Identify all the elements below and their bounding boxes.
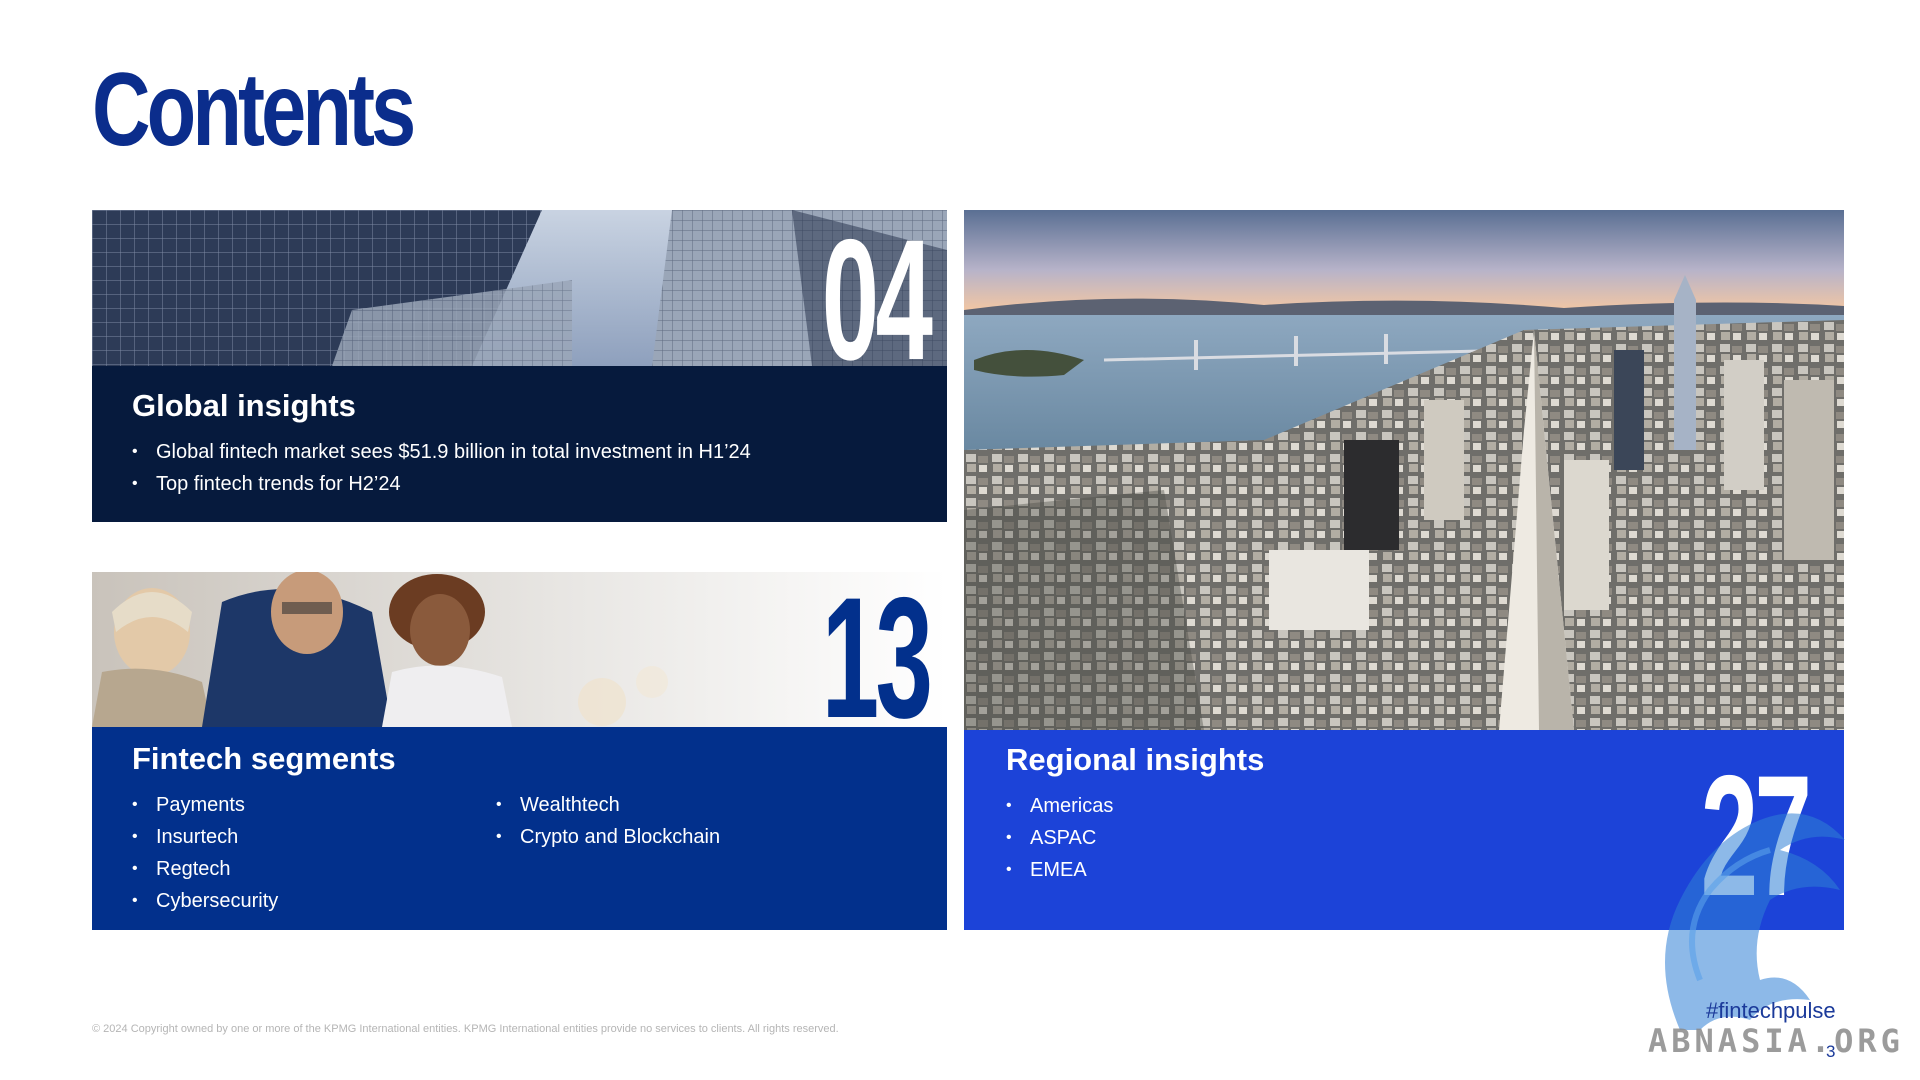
regional-insights-heading: Regional insights [1006,742,1265,777]
segments-list-col1: Payments Insurtech Regtech Cybersecurity [132,789,278,917]
page-number: 3 [1826,1042,1836,1061]
list-item: Crypto and Blockchain [496,821,720,853]
list-item: Cybersecurity [132,885,278,917]
segments-list-col2: Wealthtech Crypto and Blockchain [496,789,720,853]
regional-insights-list: Americas ASPAC EMEA [1006,790,1113,886]
global-insights-card[interactable]: 04 Global insights Global fintech market… [92,210,947,522]
list-item: ASPAC [1006,822,1113,854]
global-insights-heading: Global insights [132,388,356,423]
list-item: Wealthtech [496,789,720,821]
copyright-footer: © 2024 Copyright owned by one or more of… [92,1023,839,1035]
hashtag-label[interactable]: #fintechpulse [1706,998,1836,1024]
list-item: Global fintech market sees $51.9 billion… [132,436,751,468]
fintech-segments-heading: Fintech segments [132,741,396,776]
skyscraper-photo [92,210,947,366]
section-number-04: 04 [821,210,932,396]
list-item: Insurtech [132,821,278,853]
watermark-text: ABNASIA.ORG [1648,1022,1904,1060]
list-item: Top fintech trends for H2’24 [132,468,751,500]
page-title: Contents [92,52,416,168]
fintech-segments-band: Fintech segments Payments Insurtech Regt… [92,727,947,930]
list-item: Regtech [132,853,278,885]
list-item: Americas [1006,790,1113,822]
global-insights-band: Global insights Global fintech market se… [92,366,947,522]
section-number-13: 13 [821,572,932,754]
list-item: EMEA [1006,854,1113,886]
team-photo [92,572,947,727]
city-aerial-photo [964,210,1844,730]
global-insights-list: Global fintech market sees $51.9 billion… [132,436,751,500]
fintech-segments-card[interactable]: 13 Fintech segments Payments Insurtech R… [92,572,947,930]
list-item: Payments [132,789,278,821]
